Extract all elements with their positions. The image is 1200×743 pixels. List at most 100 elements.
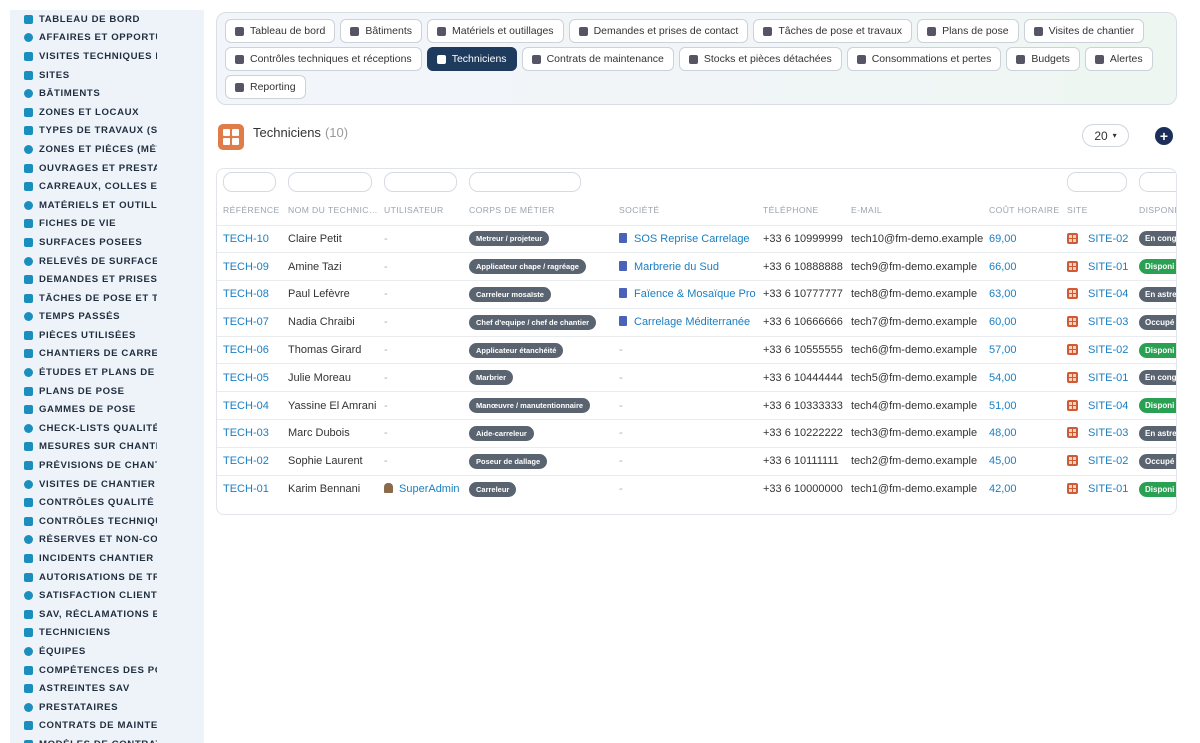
table-row[interactable]: TECH-02 Sophie Laurent - Poseur de dallage -… [217,446,1176,476]
table-row[interactable]: TECH-05 Julie Moreau - Marbrier - +33 6 10444… [217,363,1176,392]
sidebar-item[interactable]: BÂTIMENTS [10,84,204,103]
tab[interactable]: Tableau de bord [225,19,336,43]
sidebar-item[interactable]: PRESTATAIRES [10,698,204,717]
user-link[interactable]: SuperAdmin [399,483,460,495]
site-link[interactable]: SITE-01 [1088,372,1128,384]
sidebar-item[interactable]: TEMPS PASSÉS [10,308,204,327]
table-row[interactable]: TECH-03 Marc Dubois - Aide-carreleur - +33 6 … [217,419,1176,448]
sidebar-item[interactable]: PLANS DE POSE [10,382,204,401]
site-link[interactable]: SITE-02 [1088,455,1128,467]
column-header[interactable]: COÛT HORAIRE [983,195,1061,225]
sidebar-item[interactable]: SATISFACTION CLIENT [10,586,204,605]
filter-status-input[interactable] [1139,172,1176,192]
column-header[interactable]: E-MAIL [845,195,983,225]
sidebar-item[interactable]: GAMMES DE POSE [10,400,204,419]
sidebar-item[interactable]: ZONES ET LOCAUX [10,103,204,122]
reference-link[interactable]: TECH-05 [223,372,269,384]
table-row[interactable]: TECH-10 Claire Petit - Metreur / projeteur S… [217,224,1176,253]
tab[interactable]: Techniciens [426,47,517,71]
site-link[interactable]: SITE-04 [1088,288,1128,300]
site-link[interactable]: SITE-02 [1088,233,1128,245]
reference-link[interactable]: TECH-03 [223,427,269,439]
per-page-select[interactable]: 20 ▾ [1082,124,1129,147]
sidebar-item[interactable]: SAV, RÉCLAMATIONS ET [10,605,204,624]
tab[interactable]: Reporting [225,75,306,99]
tab[interactable]: Matériels et outillages [427,19,564,43]
sidebar-item[interactable]: VISITES TECHNIQUES ET [10,47,204,66]
sidebar-item[interactable]: ÉTUDES ET PLANS DE CA [10,363,204,382]
sidebar-item[interactable]: CHECK-LISTS QUALITÉ [10,419,204,438]
company-link[interactable]: Marbrerie du Sud [634,261,719,273]
column-header[interactable]: CORPS DE MÉTIER [463,195,613,225]
table-row[interactable]: TECH-01 Karim Bennani SuperAdmin Carreleur -… [217,474,1176,503]
reference-link[interactable]: TECH-01 [223,483,269,495]
column-header[interactable]: DISPONI [1133,195,1176,225]
site-link[interactable]: SITE-03 [1088,316,1128,328]
column-header[interactable]: RÉFÉRENCE [217,195,282,225]
column-header[interactable]: UTILISATEUR [378,195,463,225]
sidebar-item[interactable]: OUVRAGES ET PRESTATI [10,159,204,178]
column-header[interactable]: NOM DU TECHNIC… [282,195,378,225]
sidebar-item[interactable]: ZONES ET PIÈCES (MÉTR [10,140,204,159]
sidebar-item[interactable]: PRÉVISIONS DE CHANTIE [10,456,204,475]
sidebar-item[interactable]: ASTREINTES SAV [10,679,204,698]
tab[interactable]: Contrats de maintenance [521,47,674,71]
table-row[interactable]: TECH-07 Nadia Chraibi - Chef d'equipe / che… [217,307,1176,337]
filter-trade-input[interactable] [469,172,581,192]
sidebar-item[interactable]: AFFAIRES ET OPPORTUNITÉS [10,29,204,48]
tab[interactable]: Bâtiments [340,19,422,43]
sidebar-item[interactable]: INCIDENTS CHANTIER [10,549,204,568]
sidebar-item[interactable]: TABLEAU DE BORD [10,10,204,29]
filter-site-input[interactable] [1067,172,1127,192]
sidebar-item[interactable]: DEMANDES ET PRISES DI [10,270,204,289]
company-link[interactable]: Faïence & Mosaïque Pro [634,288,756,300]
tab[interactable]: Stocks et pièces détachées [678,47,842,71]
reference-link[interactable]: TECH-07 [223,316,269,328]
sidebar-item[interactable]: TÂCHES DE POSE ET TRA [10,289,204,308]
column-header[interactable]: SOCIÉTÉ [613,195,757,225]
sidebar-item[interactable]: FICHES DE VIE [10,215,204,234]
tab[interactable]: Demandes et prises de contact [568,19,749,43]
tab[interactable]: Plans de pose [917,19,1019,43]
reference-link[interactable]: TECH-02 [223,455,269,467]
company-link[interactable]: SOS Reprise Carrelage [634,233,750,245]
column-header[interactable]: TÉLÉPHONE [757,195,845,225]
sidebar-item[interactable]: CHANTIERS DE CARRELA [10,345,204,364]
sidebar-item[interactable]: CONTRÔLES TECHNIQUE [10,512,204,531]
column-header[interactable]: SITE [1061,195,1133,225]
tab[interactable]: Alertes [1084,47,1153,71]
sidebar-item[interactable]: TYPES DE TRAVAUX (SOL [10,122,204,141]
sidebar-item[interactable]: CONTRÔLES QUALITÉ [10,493,204,512]
sidebar-item[interactable]: SITES [10,66,204,85]
site-link[interactable]: SITE-04 [1088,400,1128,412]
sidebar-item[interactable]: RÉSERVES ET NON-CONF [10,531,204,550]
sidebar-item[interactable]: ÉQUIPES [10,642,204,661]
filter-name-input[interactable] [288,172,372,192]
tab[interactable]: Consommations et pertes [846,47,1002,71]
reference-link[interactable]: TECH-04 [223,400,269,412]
sidebar-item[interactable]: COMPÉTENCES DES POS [10,661,204,680]
site-link[interactable]: SITE-02 [1088,344,1128,356]
site-link[interactable]: SITE-03 [1088,427,1128,439]
tab[interactable]: Visites de chantier [1023,19,1145,43]
filter-ref-input[interactable] [223,172,276,192]
sidebar-item[interactable]: CARREAUX, COLLES ET J [10,177,204,196]
table-row[interactable]: TECH-06 Thomas Girard - Applicateur étanché… [217,335,1176,364]
sidebar-item[interactable]: MODÈLES DE CONTRATS [10,735,204,743]
reference-link[interactable]: TECH-06 [223,344,269,356]
tab[interactable]: Tâches de pose et travaux [753,19,913,43]
sidebar-item[interactable]: RELEVÉS DE SURFACES [10,252,204,271]
tab[interactable]: Budgets [1006,47,1080,71]
sidebar-item[interactable]: SURFACES POSEES [10,233,204,252]
table-row[interactable]: TECH-09 Amine Tazi - Applicateur chape / ra… [217,252,1176,281]
sidebar-item[interactable]: CONTRATS DE MAINTENA [10,717,204,736]
site-link[interactable]: SITE-01 [1088,483,1128,495]
reference-link[interactable]: TECH-09 [223,261,269,273]
company-link[interactable]: Carrelage Méditerranée [634,316,750,328]
reference-link[interactable]: TECH-08 [223,288,269,300]
reference-link[interactable]: TECH-10 [223,233,269,245]
sidebar-item[interactable]: MATÉRIELS ET OUTILLAG [10,196,204,215]
sidebar-item[interactable]: VISITES DE CHANTIER [10,475,204,494]
filter-user-input[interactable] [384,172,457,192]
sidebar-item[interactable]: AUTORISATIONS DE TRAV [10,568,204,587]
